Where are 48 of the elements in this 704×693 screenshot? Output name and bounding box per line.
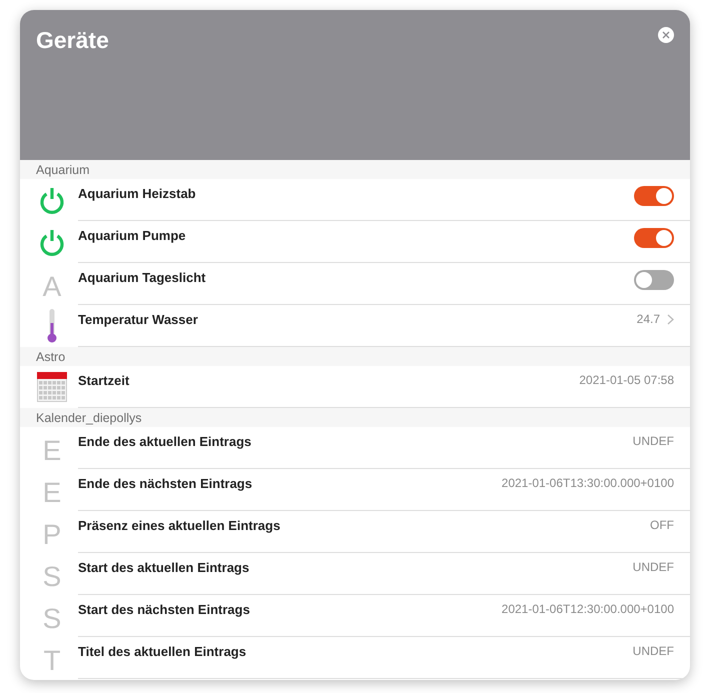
list-row[interactable]: Titel des aktuellen Eintrags UNDEF [78, 637, 690, 679]
device-label: Ende des nächsten Eintrags [78, 476, 252, 491]
state-value: UNDEF [632, 434, 674, 448]
device-label: Aquarium Pumpe [78, 228, 186, 243]
calendar-icon [37, 372, 67, 402]
device-label: Aquarium Heizstab [78, 186, 196, 201]
state-value: 24.7 [636, 312, 660, 326]
toggle-switch[interactable] [634, 270, 674, 290]
state-value: UNDEF [632, 644, 674, 658]
letter-icon: P [42, 521, 62, 549]
letter-icon: A [42, 273, 62, 301]
dialog-title: Geräte [36, 27, 109, 54]
letter-icon: S [42, 605, 62, 633]
letter-icon: T [43, 647, 61, 675]
close-icon[interactable] [658, 27, 674, 43]
state-value: OFF [650, 518, 674, 532]
device-label: Start des aktuellen Eintrags [78, 560, 250, 575]
section-header: Aquarium [20, 160, 690, 179]
power-icon [38, 186, 66, 214]
list-row[interactable]: Aquarium Pumpe [78, 221, 690, 263]
device-label: Präsenz eines aktuellen Eintrags [78, 518, 280, 533]
list-row[interactable]: Aquarium Heizstab [78, 179, 690, 221]
state-value: UNDEF [632, 560, 674, 574]
device-label: Start des nächsten Eintrags [78, 602, 250, 617]
state-value: 2021-01-05 07:58 [579, 373, 674, 387]
list-row[interactable]: Ende des nächsten Eintrags 2021-01-06T13:30:00.000+0100 [78, 469, 690, 511]
list-row[interactable]: Aquarium Tageslicht [78, 263, 690, 305]
toggle-switch[interactable] [634, 186, 674, 206]
letter-icon: E [42, 437, 62, 465]
list-row[interactable]: Start des aktuellen Eintrags UNDEF [78, 553, 690, 595]
device-label: Titel des aktuellen Eintrags [78, 644, 246, 659]
device-label: Ende des aktuellen Eintrags [78, 434, 252, 449]
thermometer-icon [47, 309, 57, 343]
list-row[interactable]: Ende des aktuellen Eintrags UNDEF [78, 427, 690, 469]
list-row[interactable]: Start des nächsten Eintrags 2021-01-06T12:30:00.000+0100 [78, 595, 690, 637]
device-label: Startzeit [78, 373, 130, 388]
letter-icon: S [42, 563, 62, 591]
chevron-icon[interactable] [667, 314, 674, 324]
section-header: Kalender_diepollys [20, 408, 690, 427]
section-header: Astro [20, 347, 690, 366]
device-label: Temperatur Wasser [78, 312, 198, 327]
toggle-switch[interactable] [634, 228, 674, 248]
power-icon [38, 228, 66, 256]
state-value: 2021-01-06T13:30:00.000+0100 [502, 476, 674, 490]
letter-icon: E [42, 479, 62, 507]
state-value: 2021-01-06T12:30:00.000+0100 [502, 602, 674, 616]
list-row[interactable]: Präsenz eines aktuellen Eintrags OFF [78, 511, 690, 553]
device-label: Aquarium Tageslicht [78, 270, 206, 285]
